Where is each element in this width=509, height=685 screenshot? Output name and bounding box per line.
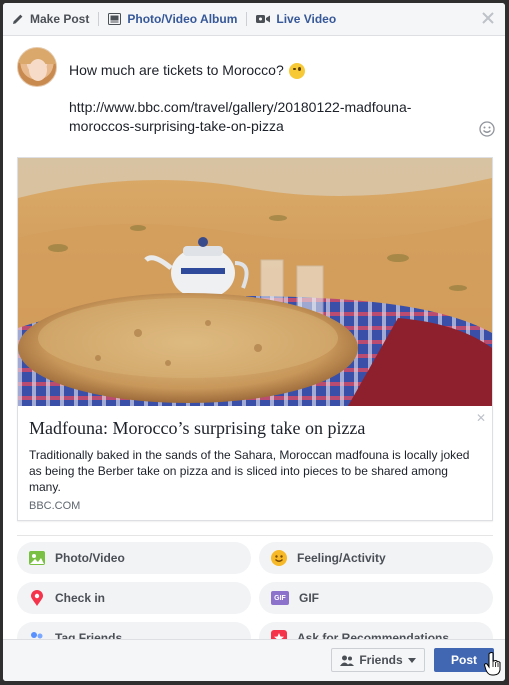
link-preview-title[interactable]: Madfouna: Morocco’s surprising take on p…: [29, 418, 365, 439]
post-composer: Make Post Photo/Video Album Live Video H…: [3, 3, 505, 681]
gif-button[interactable]: GIF GIF: [259, 582, 493, 614]
tab-make-post[interactable]: Make Post: [12, 3, 89, 36]
audience-selector[interactable]: Friends: [331, 648, 425, 672]
check-in-label: Check in: [55, 591, 106, 605]
hand-cursor-icon: [483, 652, 502, 676]
audience-label: Friends: [359, 653, 403, 667]
photo-icon: [29, 550, 45, 566]
composer-tabs: Make Post Photo/Video Album Live Video: [3, 3, 505, 36]
chevron-down-icon: [407, 657, 416, 663]
check-in-button[interactable]: Check in: [17, 582, 251, 614]
album-icon: [108, 13, 122, 25]
tab-divider: [98, 12, 100, 26]
wink-emoji-icon: [288, 62, 305, 79]
pencil-icon: [12, 13, 24, 25]
emoji-icon[interactable]: [479, 121, 495, 137]
feeling-activity-button[interactable]: Feeling/Activity: [259, 542, 493, 574]
gif-icon: GIF: [271, 591, 289, 605]
smiley-icon: [271, 550, 287, 566]
feeling-activity-label: Feeling/Activity: [297, 551, 386, 565]
status-text[interactable]: How much are tickets to Morocco? http://…: [69, 61, 489, 136]
avatar: [17, 47, 57, 87]
map-pin-icon: [29, 590, 45, 606]
divider: [17, 535, 493, 536]
link-preview-image[interactable]: [18, 158, 492, 406]
composer-footer: Friends Post: [3, 639, 505, 681]
video-camera-icon: [256, 14, 271, 24]
friends-icon: [340, 655, 355, 666]
tab-live-video-label: Live Video: [276, 12, 337, 26]
status-url-line: moroccos-surprising-take-on-pizza: [69, 118, 284, 134]
photo-video-label: Photo/Video: [55, 551, 125, 565]
close-icon[interactable]: [481, 11, 495, 25]
tab-make-post-label: Make Post: [30, 12, 90, 26]
tab-divider: [246, 12, 248, 26]
link-preview-description: Traditionally baked in the sands of the …: [29, 448, 470, 494]
link-preview-card[interactable]: ✕ Madfouna: Morocco’s surprising take on…: [17, 157, 493, 521]
close-preview-icon[interactable]: ✕: [476, 411, 486, 425]
status-line: How much are tickets to Morocco?: [69, 62, 284, 78]
status-url-line: http://www.bbc.com/travel/gallery/201801…: [69, 99, 412, 115]
photo-video-button[interactable]: Photo/Video: [17, 542, 251, 574]
status-url: http://www.bbc.com/travel/gallery/201801…: [69, 98, 489, 136]
tab-photo-video-album[interactable]: Photo/Video Album: [108, 3, 237, 36]
link-preview-domain: BBC.COM: [29, 500, 81, 512]
tab-photo-video-album-label: Photo/Video Album: [127, 12, 238, 26]
tab-live-video[interactable]: Live Video: [256, 3, 336, 36]
gif-label: GIF: [299, 591, 319, 605]
